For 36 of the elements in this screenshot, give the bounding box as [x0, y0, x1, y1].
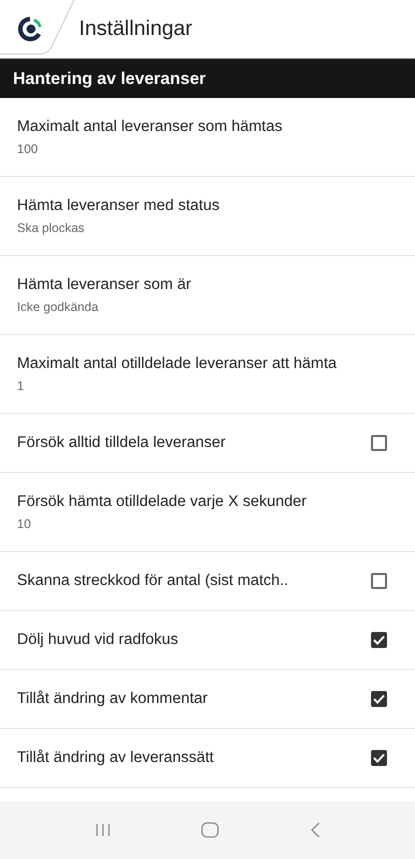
setting-row[interactable]: Hämta leveranser med status Ska plockas: [0, 177, 415, 256]
setting-label: Försök hämta otilldelade varje X sekunder: [17, 493, 306, 511]
setting-value: 100: [17, 142, 38, 156]
logo-icon: [17, 16, 43, 42]
page-title: Inställningar: [79, 17, 192, 41]
setting-label: Hämta leveranser som är: [17, 276, 192, 294]
setting-value: Icke godkända: [17, 300, 98, 314]
setting-label: Skanna streckkod för antal (sist match..: [17, 572, 288, 590]
setting-label: Tillåt ändring av kommentar: [17, 690, 208, 708]
setting-value: 10: [17, 517, 31, 531]
setting-row[interactable]: Hämta leveranser som är Icke godkända: [0, 256, 415, 335]
setting-value: 1: [17, 379, 24, 393]
setting-row[interactable]: Skanna streckkod för antal (sist match..: [0, 552, 415, 611]
setting-row[interactable]: Försök alltid tilldela leveranser: [0, 414, 415, 473]
setting-label: Hämta leveranser med status: [17, 197, 220, 215]
setting-value: Ska plockas: [17, 221, 84, 235]
checkbox[interactable]: [371, 691, 387, 707]
setting-label: Försök alltid tilldela leveranser: [17, 434, 226, 452]
checkbox[interactable]: [371, 435, 387, 451]
home-icon[interactable]: [201, 822, 220, 838]
setting-label: Maximalt antal otilldelade leveranser att hämta: [17, 355, 337, 373]
setting-row[interactable]: Maximalt antal otilldelade leveranser att hämta 1: [0, 335, 415, 414]
setting-label: Maximalt antal leveranser som hämtas: [17, 118, 282, 136]
setting-row[interactable]: Försök hämta otilldelade varje X sekunder 10: [0, 473, 415, 552]
setting-label: Dölj huvud vid radfokus: [17, 631, 178, 649]
checkbox[interactable]: [371, 573, 387, 589]
setting-label: Tillåt ändring av leveranssätt: [17, 749, 214, 767]
checkbox[interactable]: [371, 632, 387, 648]
setting-row[interactable]: Maximalt antal leveranser som hämtas 100: [0, 98, 415, 177]
recent-apps-icon[interactable]: [95, 823, 112, 837]
setting-row[interactable]: Tillåt ändring av leveranssätt: [0, 729, 415, 788]
checkbox[interactable]: [371, 750, 387, 766]
setting-row[interactable]: Tillåt ändring av kommentar: [0, 670, 415, 729]
back-icon[interactable]: [310, 822, 320, 838]
section-header: Hantering av leveranser: [0, 58, 415, 98]
setting-row[interactable]: Dölj huvud vid radfokus: [0, 611, 415, 670]
